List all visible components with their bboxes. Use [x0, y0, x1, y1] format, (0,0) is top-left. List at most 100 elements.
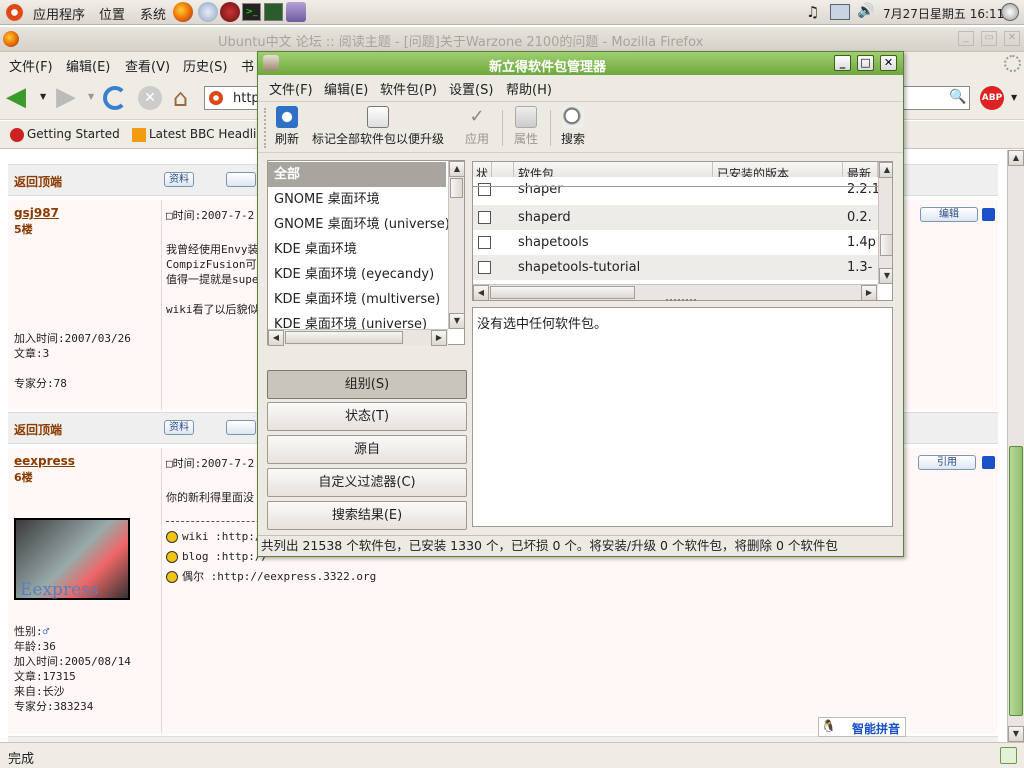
scroll-right-icon[interactable]: ▶: [861, 285, 877, 300]
synaptic-maximize-button[interactable]: □: [857, 55, 874, 71]
app-launcher-icon[interactable]: [286, 2, 306, 22]
groups-filter-button[interactable]: 组别(S): [267, 370, 467, 399]
group-item[interactable]: KDE 桌面环境 (multiverse): [268, 287, 446, 312]
applications-menu[interactable]: 应用程序: [33, 4, 85, 23]
post-author[interactable]: gsj987: [14, 206, 59, 220]
package-checkbox[interactable]: [478, 183, 491, 196]
places-menu[interactable]: 位置: [99, 4, 125, 23]
volume-icon[interactable]: 🔊: [857, 3, 874, 19]
profile-extra-button[interactable]: [226, 420, 256, 435]
quote-button[interactable]: 引用: [918, 455, 976, 470]
maximize-button[interactable]: ▭: [981, 31, 997, 46]
post-author[interactable]: eexpress: [14, 454, 75, 468]
ime-indicator[interactable]: 🐧 智能拼音: [818, 717, 906, 737]
custom-filter-button[interactable]: 自定义过滤器(C): [267, 468, 467, 497]
home-icon[interactable]: ⌂: [173, 84, 188, 112]
terminal-launcher-icon[interactable]: >_: [242, 3, 261, 21]
scroll-left-icon[interactable]: ◀: [268, 330, 284, 346]
scroll-right-icon[interactable]: ▶: [431, 330, 447, 346]
reload-icon[interactable]: [103, 86, 127, 110]
refresh-button[interactable]: 刷新: [275, 106, 299, 147]
bookmark-bbc-headlines[interactable]: Latest BBC Headli: [149, 127, 256, 141]
edit-button[interactable]: 编辑: [920, 207, 978, 222]
package-row[interactable]: shaper 2.2.1: [473, 177, 880, 202]
pidgin-launcher-icon[interactable]: [220, 2, 240, 22]
scroll-up-icon[interactable]: ▲: [449, 161, 465, 177]
menu-bookmarks[interactable]: 书: [241, 56, 254, 75]
addon-status-icon[interactable]: [1000, 747, 1017, 764]
report-post-icon[interactable]: [982, 456, 995, 469]
scrollbar-thumb[interactable]: [450, 178, 463, 198]
synaptic-minimize-button[interactable]: _: [834, 55, 851, 71]
close-button[interactable]: ✕: [1004, 31, 1020, 46]
page-scrollbar[interactable]: ▲ ▼: [1007, 150, 1024, 742]
bookmark-getting-started[interactable]: Getting Started: [27, 127, 120, 141]
music-note-icon[interactable]: ♫: [806, 3, 819, 21]
synaptic-close-button[interactable]: ✕: [880, 55, 897, 71]
scrollbar-thumb[interactable]: [285, 331, 403, 344]
menu-history[interactable]: 历史(S): [183, 56, 227, 75]
scroll-up-icon[interactable]: ▲: [879, 162, 892, 178]
forward-history-dropdown-icon[interactable]: ▼: [88, 92, 94, 101]
url-bar[interactable]: http: [204, 86, 260, 110]
profile-button[interactable]: 资料: [164, 172, 194, 187]
search-box[interactable]: 🔍: [900, 86, 970, 110]
search-results-button[interactable]: 搜索结果(E): [267, 501, 467, 530]
package-list-vscroll[interactable]: ▲ ▼: [878, 162, 892, 284]
adblock-plus-icon[interactable]: ABP: [980, 86, 1004, 110]
scrollbar-thumb[interactable]: [880, 234, 892, 256]
profile-button[interactable]: 资料: [164, 420, 194, 435]
menu-file[interactable]: 文件(F): [9, 56, 53, 75]
search-button[interactable]: 搜索: [561, 106, 585, 147]
package-row[interactable]: shapetools 1.4p: [473, 230, 879, 255]
menu-settings[interactable]: 设置(S): [449, 79, 493, 98]
package-checkbox[interactable]: [478, 261, 491, 274]
back-to-top-link[interactable]: 返回顶端: [14, 421, 62, 438]
menu-edit[interactable]: 编辑(E): [324, 79, 368, 98]
menu-file[interactable]: 文件(F): [269, 79, 313, 98]
scroll-down-icon[interactable]: ▼: [879, 268, 892, 284]
status-filter-button[interactable]: 状态(T): [267, 402, 467, 431]
menu-help[interactable]: 帮助(H): [506, 79, 552, 98]
menu-edit[interactable]: 编辑(E): [66, 56, 110, 75]
delete-post-icon[interactable]: [982, 208, 995, 221]
group-item[interactable]: KDE 桌面环境: [268, 237, 446, 262]
group-item[interactable]: GNOME 桌面环境 (universe): [268, 212, 450, 237]
minimize-button[interactable]: _: [958, 31, 974, 46]
package-row[interactable]: shapetools-tutorial 1.3-3: [473, 255, 879, 300]
back-to-top-link[interactable]: 返回顶端: [14, 173, 62, 190]
ubuntu-logo-icon[interactable]: [6, 4, 23, 21]
mark-all-upgrades-button[interactable]: 标记全部软件包以便升级: [312, 106, 444, 147]
scroll-down-icon[interactable]: ▼: [449, 313, 465, 329]
adblock-dropdown-icon[interactable]: ▼: [1011, 93, 1017, 102]
package-checkbox[interactable]: [478, 211, 491, 224]
properties-button[interactable]: 属性: [514, 106, 538, 147]
scroll-left-icon[interactable]: ◀: [473, 285, 489, 300]
group-item[interactable]: GNOME 桌面环境: [268, 187, 446, 212]
package-list-hscroll[interactable]: ◀ ▶: [473, 284, 878, 300]
back-history-dropdown-icon[interactable]: ▼: [40, 92, 46, 101]
power-icon[interactable]: [1001, 3, 1019, 21]
evolution-launcher-icon[interactable]: [198, 2, 218, 22]
profile-extra-button[interactable]: [226, 172, 256, 187]
forward-arrow-icon[interactable]: ▶: [56, 84, 76, 110]
back-arrow-icon[interactable]: ◀: [6, 84, 26, 110]
system-menu[interactable]: 系统: [140, 4, 166, 23]
apply-button[interactable]: ✓ 应用: [465, 106, 489, 147]
firefox-launcher-icon[interactable]: [173, 2, 193, 22]
clock[interactable]: 7月27日星期五 16:11: [883, 5, 1004, 22]
package-row[interactable]: shaperd 0.2.: [473, 205, 879, 230]
scrollbar-thumb[interactable]: [490, 286, 635, 299]
scroll-up-icon[interactable]: ▲: [1008, 150, 1024, 166]
network-icon[interactable]: [830, 4, 850, 20]
origin-filter-button[interactable]: 源自: [267, 435, 467, 464]
scroll-down-icon[interactable]: ▼: [1008, 726, 1024, 742]
search-icon[interactable]: 🔍: [949, 89, 966, 105]
menu-package[interactable]: 软件包(P): [380, 79, 437, 98]
menu-view[interactable]: 查看(V): [125, 56, 170, 75]
scrollbar-thumb[interactable]: [1009, 446, 1023, 716]
stop-icon[interactable]: ✕: [138, 86, 162, 110]
group-list-vscroll[interactable]: ▲ ▼: [448, 161, 465, 329]
system-monitor-icon[interactable]: [264, 3, 283, 21]
package-checkbox[interactable]: [478, 236, 491, 249]
